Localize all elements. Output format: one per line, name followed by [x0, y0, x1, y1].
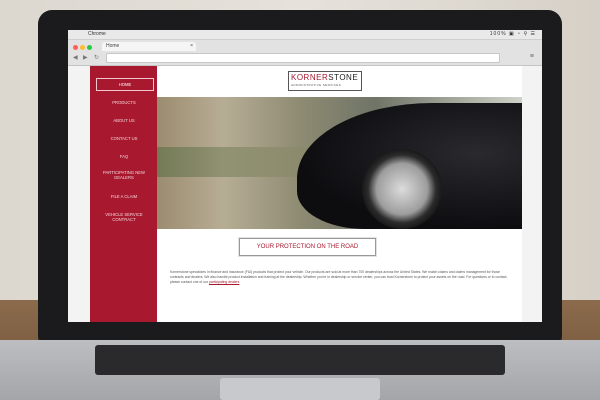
participating-dealers-link[interactable]: participating dealers: [209, 280, 239, 284]
nav-item-contact-us[interactable]: CONTACT US: [98, 136, 150, 141]
tab-close-icon[interactable]: ×: [190, 42, 193, 51]
nav-item-home[interactable]: HOME: [96, 78, 154, 91]
active-app-name[interactable]: Chrome: [88, 31, 106, 37]
logo-wordmark: KORNERSTONE: [291, 73, 358, 82]
os-menubar: Chrome 100% ▣ ◔ ⚲ ☰: [68, 30, 542, 40]
minimize-window-button[interactable]: [80, 45, 85, 50]
browser-menu-icon[interactable]: ≡: [530, 53, 534, 60]
nav-item-products[interactable]: PRODUCTS: [98, 100, 150, 105]
logo-word-stone: STONE: [328, 73, 359, 82]
back-icon[interactable]: ◀: [73, 54, 78, 61]
address-bar[interactable]: [106, 53, 500, 63]
forward-icon[interactable]: ▶: [83, 54, 88, 61]
nav-item-participating-dealers[interactable]: PARTICIPATING NEW DEALERS: [98, 170, 150, 180]
hero-image-car: [157, 97, 522, 229]
menubar-status: 100% ▣ ◔ ⚲ ☰: [489, 31, 536, 37]
intro-paragraph: Kornerstone specializes in finance and i…: [170, 270, 510, 286]
tab-title: Home: [106, 43, 120, 49]
close-window-button[interactable]: [73, 45, 78, 50]
sidebar-nav: HOME PRODUCTS ABOUT US CONTACT US FAQ PA…: [90, 66, 157, 322]
nav-item-faq[interactable]: FAQ: [98, 154, 150, 159]
reload-icon[interactable]: ↻: [94, 54, 99, 61]
logo-tagline: ADMINISTRATIVE SERVICES: [291, 83, 342, 87]
browser-tab[interactable]: Home ×: [102, 42, 196, 51]
web-page: HOME PRODUCTS ABOUT US CONTACT US FAQ PA…: [90, 66, 522, 322]
nav-item-file-claim[interactable]: FILE A CLAIM: [98, 194, 150, 199]
laptop-screen: Chrome 100% ▣ ◔ ⚲ ☰ Home × ◀ ▶ ↻ ≡ HOME …: [68, 30, 542, 322]
nav-item-vehicle-service-contract[interactable]: VEHICLE SERVICE CONTRACT: [98, 212, 150, 222]
laptop-trackpad: [220, 378, 380, 400]
zoom-window-button[interactable]: [87, 45, 92, 50]
protection-cta-button[interactable]: YOUR PROTECTION ON THE ROAD: [239, 238, 376, 256]
logo-word-korner: KORNER: [291, 73, 329, 82]
car-wheel: [362, 149, 442, 229]
site-logo[interactable]: KORNERSTONE ADMINISTRATIVE SERVICES: [288, 71, 362, 91]
browser-chrome: Home × ◀ ▶ ↻ ≡: [68, 40, 542, 66]
laptop-keyboard: [95, 345, 505, 375]
nav-item-about-us[interactable]: ABOUT US: [98, 118, 150, 123]
